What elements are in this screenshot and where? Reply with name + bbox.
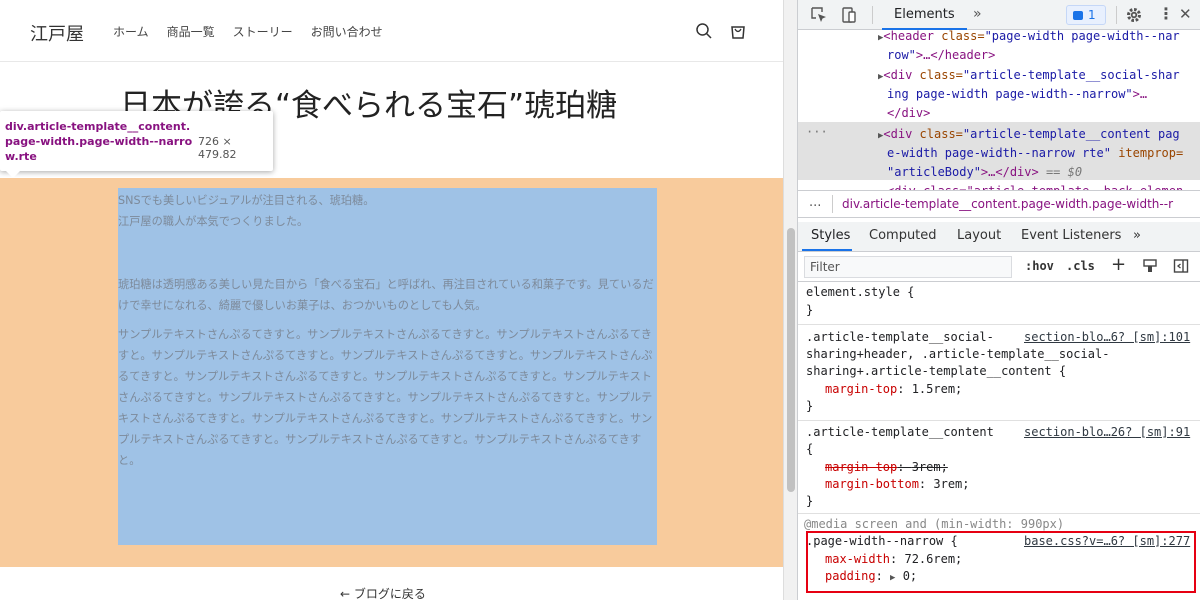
toggle-sidebar-icon[interactable]: [1173, 258, 1189, 274]
active-tab-underline: [802, 249, 852, 251]
issues-icon: [1073, 11, 1083, 20]
article-body: SNSでも美しいビジュアルが注目される、琥珀糖。 江戸屋の職人が本気でつくりまし…: [118, 190, 657, 471]
header-icons: [695, 22, 747, 40]
issues-badge[interactable]: 1: [1066, 5, 1106, 25]
sidebar-tabs: Styles Computed Layout Event Listeners »: [798, 222, 1200, 252]
rule-source-link[interactable]: base.css?v=…6? [sm]:277: [1024, 533, 1190, 550]
tooltip-selector: div.article-template__content.page-width…: [5, 120, 193, 163]
paragraph: 琥珀糖は透明感ある美しい見た目から「食べる宝石」と呼ばれ、再注目されている和菓子…: [118, 278, 654, 312]
more-sidebar-tabs-icon[interactable]: »: [1133, 228, 1141, 243]
inspect-tooltip: div.article-template__content.page-width…: [0, 111, 273, 178]
site-logo[interactable]: 江戸屋: [30, 20, 84, 46]
expand-triangle-icon[interactable]: ▶: [890, 573, 895, 583]
device-toolbar-icon[interactable]: [840, 6, 858, 24]
style-rule-element: element.style { }: [798, 283, 1200, 325]
page-scrollbar[interactable]: [783, 0, 797, 600]
new-style-rule-button[interactable]: +: [1111, 254, 1126, 275]
styles-filter-bar: :hov .cls +: [798, 252, 1200, 282]
paragraph: サンプルテキストさんぷるてきすと。サンプルテキストさんぷるてきすと。サンプルテキ…: [118, 328, 653, 467]
site-header: 江戸屋 ホーム 商品一覧 ストーリー お問い合わせ: [0, 0, 783, 62]
style-rule-social-sharing: .article-template__social- section-blo…6…: [798, 325, 1200, 421]
nav-item-story[interactable]: ストーリー: [233, 23, 293, 40]
paint-brush-icon[interactable]: [1142, 258, 1158, 274]
paragraph-line: 江戸屋の職人が本気でつくりました。: [118, 215, 309, 228]
tab-computed[interactable]: Computed: [869, 228, 937, 243]
site-nav: ホーム 商品一覧 ストーリー お問い合わせ: [113, 23, 383, 40]
css-property[interactable]: max-width: 72.6rem;: [825, 551, 962, 568]
nav-item-products[interactable]: 商品一覧: [167, 23, 215, 40]
node-menu-dots[interactable]: ···: [806, 123, 828, 142]
css-property[interactable]: margin-top: 1.5rem;: [825, 381, 962, 398]
dom-tree: ··· ▶<header class="page-width page-widt…: [798, 29, 1200, 198]
search-icon[interactable]: [695, 22, 713, 40]
breadcrumb-overflow[interactable]: ...: [809, 195, 821, 210]
close-icon[interactable]: ✕: [1179, 5, 1192, 23]
styles-pane: element.style { } .article-template__soc…: [798, 283, 1200, 600]
rule-source-link[interactable]: section-blo…26? [sm]:91: [1024, 424, 1190, 441]
cart-icon[interactable]: [729, 22, 747, 40]
gear-icon[interactable]: [1125, 6, 1143, 24]
back-to-blog-link[interactable]: ← ブログに戻る: [340, 585, 426, 600]
tab-event-listeners[interactable]: Event Listeners: [1021, 228, 1121, 243]
tooltip-dimensions: 726 × 479.82: [198, 135, 237, 161]
css-property-overridden[interactable]: margin-top: 3rem;: [825, 459, 948, 476]
devtools-toolbar: Elements » 1 ⋮ ✕: [798, 0, 1200, 30]
cls-toggle[interactable]: .cls: [1066, 259, 1095, 273]
css-property[interactable]: margin-bottom: 3rem;: [825, 476, 970, 493]
devtools-panel: Elements » 1 ⋮ ✕ ··· ▶<header class="pag…: [797, 0, 1200, 600]
style-rule-article-content: .article-template__content section-blo…2…: [798, 421, 1200, 514]
css-property[interactable]: padding: ▶ 0;: [825, 568, 917, 587]
page-scrollbar-thumb[interactable]: [787, 228, 795, 492]
tab-elements[interactable]: Elements: [882, 0, 967, 30]
tab-layout[interactable]: Layout: [957, 228, 1001, 243]
tooltip-arrow: [6, 171, 20, 178]
styles-filter-input[interactable]: [804, 256, 1012, 278]
dom-breadcrumb: ... div.article-template__content.page-w…: [798, 190, 1200, 218]
rule-source-link[interactable]: section-blo…6? [sm]:101: [1024, 329, 1190, 346]
hov-toggle[interactable]: :hov: [1025, 259, 1054, 273]
style-rule-page-width-narrow: @media screen and (min-width: 990px) .pa…: [798, 514, 1200, 600]
breadcrumb-current-node[interactable]: div.article-template__content.page-width…: [842, 197, 1173, 211]
kebab-menu-icon[interactable]: ⋮: [1158, 4, 1174, 23]
paragraph-line: SNSでも美しいビジュアルが注目される、琥珀糖。: [118, 194, 375, 207]
website-viewport: 江戸屋 ホーム 商品一覧 ストーリー お問い合わせ 日本が誇る“食べられる宝石”…: [0, 0, 783, 600]
nav-item-home[interactable]: ホーム: [113, 23, 149, 40]
nav-item-contact[interactable]: お問い合わせ: [311, 23, 383, 40]
inspect-element-icon[interactable]: [810, 6, 828, 24]
tab-styles[interactable]: Styles: [811, 228, 850, 243]
more-tabs-chevron-icon[interactable]: »: [973, 6, 982, 22]
